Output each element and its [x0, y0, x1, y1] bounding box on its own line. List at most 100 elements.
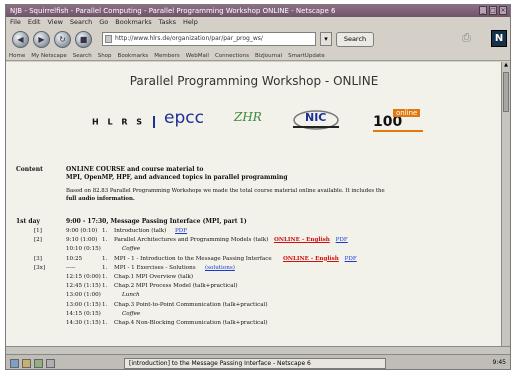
- url-field[interactable]: http://www.hlrs.de/organization/par/par_…: [102, 32, 316, 46]
- zhr-logo[interactable]: ZHR: [234, 110, 262, 124]
- mail-icon[interactable]: [22, 359, 31, 368]
- url-history-dropdown[interactable]: ▾: [320, 32, 332, 46]
- schedule-row: 14:15 (0:15) Coffee: [6, 311, 502, 320]
- search-button[interactable]: Search: [336, 31, 374, 47]
- bookmark-search[interactable]: Search: [73, 51, 92, 60]
- schedule-ref: [3]: [34, 255, 42, 262]
- personal-toolbar: Home My Netscape Search Shop Bookmarks M…: [6, 51, 510, 61]
- maximize-button[interactable]: □: [489, 6, 497, 15]
- schedule-time: 14:30 (1:15): [66, 320, 101, 326]
- nic-logo[interactable]: NIC: [291, 106, 341, 132]
- online-english-link[interactable]: ONLINE - English: [283, 256, 339, 262]
- bookmark-my-netscape[interactable]: My Netscape: [31, 51, 67, 60]
- schedule-time: 9:00 (0:10): [66, 228, 98, 234]
- schedule-time: -----: [66, 264, 76, 271]
- taskbar-window-button[interactable]: [introduction] to the Message Passing In…: [124, 358, 386, 369]
- bookmark-connections[interactable]: Connections: [215, 51, 249, 60]
- schedule-title: Chap.1 MPI Overview (talk): [114, 274, 194, 280]
- window-controls: _ □ ×: [479, 6, 507, 15]
- schedule-row: [2] 9:10 (1:00) 1. Parallel Architectures a…: [6, 237, 502, 246]
- schedule-row: [3] 10:25 1. MPI - 1 - Introduction to the …: [6, 256, 502, 265]
- menu-file[interactable]: File: [10, 17, 21, 27]
- bookmark-bizjournal[interactable]: BizJournal: [255, 51, 282, 60]
- schedule-title: Chap.4 Non-Blocking Communication (talk+…: [114, 320, 268, 326]
- content-line-1: ONLINE COURSE and course material to: [66, 166, 204, 173]
- schedule-mark: 1.: [102, 228, 108, 234]
- browser-window: NJB - Squirrelfish - Parallel Computing …: [5, 4, 511, 370]
- forward-button[interactable]: ▶: [33, 30, 50, 48]
- pdf-link[interactable]: PDF: [345, 256, 357, 262]
- back-arrow-icon: ◀: [17, 34, 24, 44]
- online-100-logo[interactable]: 100 online: [373, 108, 423, 132]
- schedule-mark: 1.: [102, 274, 108, 280]
- online-english-link[interactable]: ONLINE - English: [274, 237, 330, 243]
- schedule-title: Chap.3 Point-to-Point Communication (tal…: [114, 301, 268, 308]
- menu-bar: File Edit View Search Go Bookmarks Tasks…: [6, 17, 510, 27]
- taskbar-clock: 9:45: [492, 359, 506, 366]
- scroll-thumb[interactable]: [503, 72, 509, 112]
- scroll-up-icon[interactable]: ▲: [502, 62, 510, 70]
- bookmark-shop[interactable]: Shop: [98, 51, 112, 60]
- based-on-text: Based on 82.83 Parallel Programming Work…: [66, 188, 385, 194]
- schedule-title: Introduction (talk): [114, 228, 167, 234]
- print-icon[interactable]: ⎙: [462, 31, 490, 47]
- schedule-ref: [1]: [34, 228, 42, 234]
- pdf-link[interactable]: (solutions): [205, 265, 235, 271]
- bookmark-smartupdate[interactable]: SmartUpdate: [288, 51, 325, 60]
- schedule-title: MPI - 1 - Introduction to the Message Pa…: [114, 255, 272, 262]
- bookmark-home[interactable]: Home: [9, 51, 25, 60]
- hlrs-logo[interactable]: H L R S: [92, 116, 155, 128]
- schedule-mark: 1.: [102, 283, 108, 290]
- hlrs-logo-text: H L R S: [92, 117, 146, 127]
- close-button[interactable]: ×: [499, 6, 507, 15]
- address-book-icon[interactable]: [46, 359, 55, 368]
- bookmark-members[interactable]: Members: [154, 51, 180, 60]
- reload-button[interactable]: ↻: [54, 30, 71, 48]
- schedule-row: [1] 9:00 (0:10) 1. Introduction (talk) PDF: [6, 228, 502, 237]
- schedule-mark: 1.: [102, 255, 108, 262]
- taskbar: [introduction] to the Message Passing In…: [6, 354, 510, 369]
- composer-icon[interactable]: [34, 359, 43, 368]
- menu-bookmarks[interactable]: Bookmarks: [115, 17, 151, 27]
- chevron-down-icon: ▾: [324, 35, 328, 43]
- window-title: NJB - Squirrelfish - Parallel Computing …: [10, 7, 336, 15]
- schedule-time: 13:00 (1:15): [66, 301, 101, 308]
- bookmark-webmail[interactable]: WebMail: [186, 51, 209, 60]
- schedule-title: Lunch: [122, 292, 140, 299]
- epcc-logo[interactable]: epcc: [164, 108, 204, 128]
- schedule-title: Chap.2 MPI Process Model (talk+practical…: [114, 283, 238, 290]
- vertical-scrollbar[interactable]: ▲: [501, 62, 510, 346]
- schedule-title: Coffee: [122, 246, 141, 253]
- menu-view[interactable]: View: [47, 17, 62, 27]
- schedule-time: 10:25: [66, 255, 83, 262]
- menu-search[interactable]: Search: [70, 17, 92, 27]
- navigator-icon[interactable]: [10, 359, 19, 368]
- minimize-button[interactable]: _: [479, 6, 487, 15]
- horizontal-scrollbar[interactable]: [6, 346, 510, 354]
- back-button[interactable]: ◀: [12, 30, 29, 48]
- menu-help[interactable]: Help: [183, 17, 198, 27]
- menu-go[interactable]: Go: [99, 17, 108, 27]
- content-label: Content: [16, 166, 43, 173]
- stop-button[interactable]: ■: [75, 30, 92, 48]
- schedule-row: 12:15 (0:00) 1. Chap.1 MPI Overview (talk): [6, 274, 502, 283]
- schedule-time: 9:10 (1:00): [66, 237, 98, 244]
- menu-tasks[interactable]: Tasks: [159, 17, 176, 27]
- pdf-link[interactable]: PDF: [175, 228, 187, 234]
- navigation-toolbar: ◀ ▶ ↻ ■ http://www.hlrs.de/organization/…: [6, 27, 510, 51]
- menu-edit[interactable]: Edit: [28, 17, 41, 27]
- first-day-label: 1st day: [16, 218, 40, 225]
- pdf-link[interactable]: PDF: [336, 237, 348, 243]
- content-line-2: MPI, OpenMP, HPF, and advanced topics in…: [66, 174, 288, 181]
- schedule-title: MPI - 1 Exercises - Solutions: [114, 264, 196, 271]
- schedule-mark: 1.: [102, 237, 108, 244]
- schedule-row: 12:45 (1:15) 1. Chap.2 MPI Process Model (…: [6, 283, 502, 292]
- schedule-title: Coffee: [122, 310, 141, 317]
- nic-logo-text: NIC: [305, 111, 327, 124]
- page-title: Parallel Programming Workshop - ONLINE: [129, 74, 379, 88]
- reload-icon: ↻: [59, 34, 66, 44]
- netscape-throbber-icon[interactable]: N: [491, 30, 507, 47]
- schedule-title: Parallel Architectures and Programming M…: [114, 237, 269, 244]
- page-icon: [105, 35, 112, 43]
- bookmark-bookmarks[interactable]: Bookmarks: [118, 51, 149, 60]
